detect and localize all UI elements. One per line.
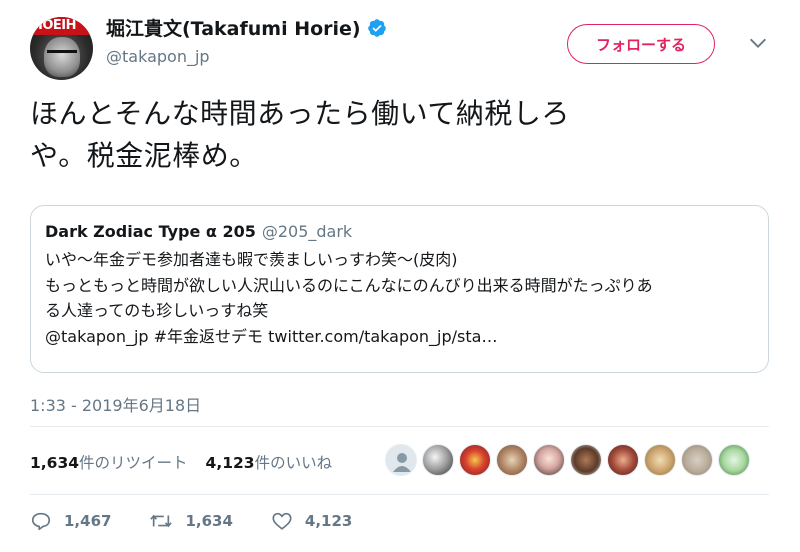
like-stat-label: 件のいいね bbox=[254, 454, 333, 472]
quoted-tweet-body: いや〜年金デモ参加者達も暇で羨ましいっすわ笑〜(皮肉) もっともっと時間が欲しい… bbox=[45, 247, 754, 349]
quoted-text-line: もっともっと時間が欲しい人沢山いるのにこんなにのんびり出来る時間がたっぷりあ bbox=[45, 275, 653, 295]
liker-avatar[interactable] bbox=[570, 444, 602, 476]
reply-button[interactable]: 1,467 bbox=[30, 510, 111, 532]
follow-button[interactable]: フォローする bbox=[567, 24, 715, 64]
quoted-text-line: @takapon_jp #年金返せデモ twitter.com/takapon_… bbox=[45, 326, 498, 346]
tweet-timestamp[interactable]: 1:33 - 2019年6月18日 bbox=[30, 392, 201, 416]
liker-avatar[interactable] bbox=[385, 444, 417, 476]
divider bbox=[30, 426, 769, 427]
chevron-down-icon[interactable] bbox=[747, 32, 769, 54]
default-user-icon bbox=[393, 453, 411, 472]
liker-avatars bbox=[385, 444, 755, 476]
author-name-row[interactable]: 堀江貴文(Takafumi Horie) bbox=[106, 14, 387, 41]
liker-avatar[interactable] bbox=[533, 444, 565, 476]
author-display-name[interactable]: 堀江貴文(Takafumi Horie) bbox=[106, 14, 361, 41]
retweet-stat-label: 件のリツイート bbox=[79, 454, 188, 472]
liker-avatar[interactable] bbox=[681, 444, 713, 476]
reply-count: 1,467 bbox=[64, 512, 112, 530]
liker-avatar[interactable] bbox=[644, 444, 676, 476]
author-handle[interactable]: @takapon_jp bbox=[106, 47, 210, 66]
engagement-stats: 1,634件のリツイート 4,123件のいいね bbox=[30, 451, 350, 473]
like-button[interactable]: 4,123 bbox=[271, 510, 352, 532]
retweet-icon bbox=[150, 514, 173, 528]
tweet-text-line: ほんとそんな時間あったら働いて納税しろ bbox=[30, 97, 570, 130]
quoted-text-line: いや〜年金デモ参加者達も暇で羨ましいっすわ笑〜(皮肉) bbox=[45, 250, 458, 269]
like-count: 4,123 bbox=[304, 512, 353, 530]
liker-avatar[interactable] bbox=[422, 444, 454, 476]
quoted-author-handle: @205_dark bbox=[261, 222, 353, 241]
liker-avatar[interactable] bbox=[718, 444, 750, 476]
reply-icon bbox=[31, 512, 51, 531]
verified-badge-icon bbox=[367, 18, 386, 37]
heart-icon bbox=[272, 512, 292, 530]
quoted-author-name: Dark Zodiac Type α 205 bbox=[45, 222, 256, 241]
tweet-action-bar: 1,467 1,634 4,123 bbox=[30, 510, 372, 532]
liker-avatar[interactable] bbox=[459, 444, 491, 476]
avatar-glasses bbox=[47, 50, 77, 57]
tweet-text: ほんとそんな時間あったら働いて納税しろ や。税金泥棒め。 bbox=[30, 93, 750, 177]
avatar-face bbox=[44, 37, 80, 77]
retweet-stat-count: 1,634 bbox=[30, 454, 80, 472]
retweet-stat[interactable]: 1,634件のリツイート bbox=[30, 451, 188, 473]
like-stat-count: 4,123 bbox=[205, 454, 255, 472]
quoted-tweet-header: Dark Zodiac Type α 205 @205_dark bbox=[45, 222, 754, 241]
quoted-tweet[interactable]: Dark Zodiac Type α 205 @205_dark いや〜年金デモ… bbox=[30, 205, 769, 373]
retweet-count: 1,634 bbox=[185, 512, 233, 530]
like-stat[interactable]: 4,123件のいいね bbox=[206, 451, 333, 473]
divider bbox=[30, 494, 769, 495]
tweet-text-line: や。税金泥棒め。 bbox=[30, 139, 258, 172]
liker-avatar[interactable] bbox=[607, 444, 639, 476]
avatar-logo-text: HOEIH bbox=[32, 18, 77, 33]
retweet-button[interactable]: 1,634 bbox=[149, 510, 233, 532]
author-avatar[interactable]: HOEIH bbox=[30, 17, 93, 80]
quoted-text-line: る人達ってのも珍しいっすね笑 bbox=[45, 301, 269, 320]
liker-avatar[interactable] bbox=[496, 444, 528, 476]
